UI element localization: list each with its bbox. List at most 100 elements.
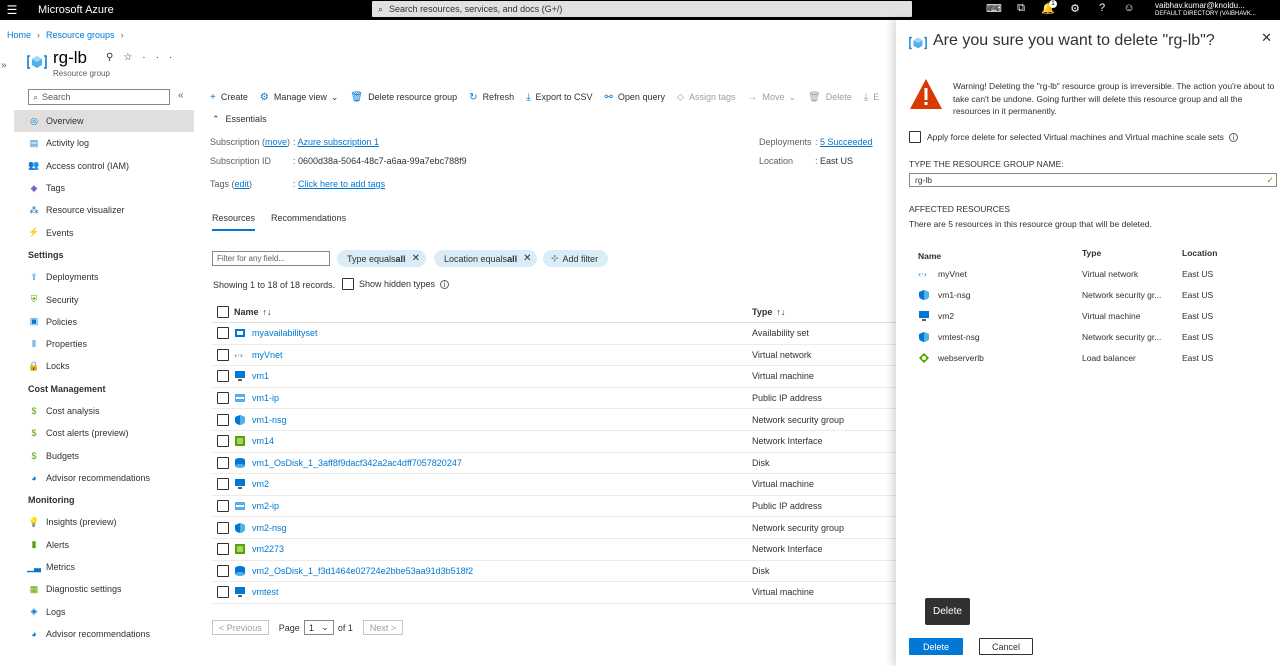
- sidebar-item-policies[interactable]: ▣ Policies: [14, 311, 194, 333]
- create-button[interactable]: + Create: [210, 92, 248, 103]
- sidebar-item-budgets[interactable]: $ Budgets: [14, 444, 194, 466]
- deployments-link[interactable]: 5 Succeeded: [820, 137, 873, 147]
- help-icon[interactable]: ?: [1094, 2, 1110, 14]
- row-checkbox[interactable]: [217, 478, 229, 491]
- add-filter-button[interactable]: ⊹ Add filter: [543, 250, 609, 267]
- resource-name-link[interactable]: vm1-ip: [252, 393, 279, 403]
- row-checkbox[interactable]: [217, 348, 229, 361]
- assign-tags-button[interactable]: ⬦ Assign tags: [677, 92, 736, 103]
- sidebar-item-tags[interactable]: ◆ Tags: [14, 177, 194, 199]
- resource-name-link[interactable]: vm1_OsDisk_1_3aff8f9dacf342a2ac4dff70578…: [252, 458, 462, 468]
- table-row[interactable]: vm1-nsg Network security group: [212, 409, 896, 431]
- resource-name-link[interactable]: myavailabilityset: [252, 328, 318, 338]
- sort-icon[interactable]: ↑↓: [776, 307, 785, 317]
- sidebar-item-cost-alerts[interactable]: $ Cost alerts (preview): [14, 422, 194, 444]
- next-page-button[interactable]: Next >: [362, 620, 404, 635]
- table-row[interactable]: vm14 Network Interface: [212, 431, 896, 453]
- table-row[interactable]: vm2273 Network Interface: [212, 539, 896, 561]
- directory-filter-icon[interactable]: ⧉: [1013, 2, 1029, 15]
- table-row[interactable]: vm2-nsg Network security group: [212, 517, 896, 539]
- breadcrumb-resource-groups[interactable]: Resource groups: [46, 30, 115, 40]
- sidebar-item-locks[interactable]: 🔒 Locks: [14, 355, 194, 377]
- resource-name-link[interactable]: myVnet: [252, 350, 283, 360]
- sidebar-search-input[interactable]: ⌕ Search: [28, 89, 170, 105]
- delete-button[interactable]: 🗑 Delete: [808, 92, 852, 103]
- column-header-name[interactable]: Name: [234, 307, 259, 317]
- pin-icon[interactable]: ⚲: [106, 52, 123, 63]
- sidebar-item-advisor-cost[interactable]: ◕ Advisor recommendations: [14, 467, 194, 489]
- tab-recommendations[interactable]: Recommendations: [271, 213, 346, 231]
- resource-name-link[interactable]: vm2-ip: [252, 501, 279, 511]
- table-row[interactable]: vm2-ip Public IP address: [212, 496, 896, 518]
- delete-resource-group-button[interactable]: 🗑 Delete resource group: [350, 92, 457, 103]
- table-row[interactable]: vm1-ip Public IP address: [212, 388, 896, 410]
- sidebar-item-security[interactable]: ⛨ Security: [14, 288, 194, 310]
- location-filter-pill[interactable]: Location equals all ✕: [434, 250, 538, 267]
- column-header-type[interactable]: Type: [752, 307, 772, 317]
- sidebar-item-activity-log[interactable]: ▤ Activity log: [14, 132, 194, 154]
- favorite-star-icon[interactable]: ☆: [123, 52, 142, 63]
- sidebar-item-resource-visualizer[interactable]: ⁂ Resource visualizer: [14, 199, 194, 221]
- settings-gear-icon[interactable]: ⚙: [1067, 2, 1083, 15]
- row-checkbox[interactable]: [217, 413, 229, 426]
- feedback-icon[interactable]: ☺: [1121, 2, 1137, 14]
- sidebar-item-cost-analysis[interactable]: $ Cost analysis: [14, 400, 194, 422]
- remove-filter-icon[interactable]: ✕: [523, 253, 531, 264]
- expand-menu-icon[interactable]: »: [1, 60, 7, 71]
- sidebar-item-advisor-monitoring[interactable]: ◕ Advisor recommendations: [14, 623, 194, 645]
- sidebar-item-overview[interactable]: ◎ Overview: [14, 110, 194, 133]
- row-checkbox[interactable]: [217, 435, 229, 448]
- sidebar-item-insights[interactable]: 💡 Insights (preview): [14, 511, 194, 533]
- table-row[interactable]: myavailabilityset Availability set: [212, 323, 896, 345]
- row-checkbox[interactable]: [217, 456, 229, 469]
- resource-name-link[interactable]: vmtest: [252, 587, 279, 597]
- collapse-sidebar-icon[interactable]: «: [178, 90, 184, 101]
- cancel-button[interactable]: Cancel: [979, 638, 1033, 655]
- remove-filter-icon[interactable]: ✕: [412, 253, 420, 264]
- table-row[interactable]: ‹·› myVnet Virtual network: [212, 345, 896, 367]
- table-row[interactable]: vmtest Virtual machine: [212, 582, 896, 604]
- sort-icon[interactable]: ↑↓: [263, 307, 272, 317]
- page-select[interactable]: 1 ⌄: [303, 620, 334, 635]
- info-icon[interactable]: i: [440, 279, 450, 289]
- open-query-button[interactable]: ⚯ Open query: [605, 92, 665, 103]
- table-row[interactable]: vm2_OsDisk_1_f3d1464e02724e2bbe53aa91d3b…: [212, 561, 896, 583]
- resource-name-link[interactable]: vm2273: [252, 544, 284, 554]
- close-icon[interactable]: ✕: [1261, 30, 1272, 46]
- more-options-icon[interactable]: ···: [142, 52, 182, 63]
- global-search-input[interactable]: ⌕ Search resources, services, and docs (…: [372, 1, 912, 17]
- row-checkbox[interactable]: [217, 392, 229, 405]
- force-delete-option[interactable]: Apply force delete for selected Virtual …: [909, 131, 1238, 143]
- table-row[interactable]: vm1_OsDisk_1_3aff8f9dacf342a2ac4dff70578…: [212, 453, 896, 475]
- export-csv-button[interactable]: ⤓ Export to CSV: [526, 92, 592, 103]
- tags-edit-link[interactable]: edit: [235, 179, 250, 189]
- export-template-button[interactable]: ⤓ E: [864, 92, 879, 103]
- select-all-checkbox[interactable]: [217, 305, 229, 318]
- breadcrumb-home[interactable]: Home: [7, 30, 31, 40]
- row-checkbox[interactable]: [217, 500, 229, 513]
- confirm-delete-button[interactable]: Delete: [909, 638, 963, 655]
- sidebar-item-metrics[interactable]: ▁▃ Metrics: [14, 556, 194, 578]
- tab-resources[interactable]: Resources: [212, 213, 256, 231]
- essentials-toggle[interactable]: ⌃ Essentials: [212, 114, 267, 125]
- table-row[interactable]: vm2 Virtual machine: [212, 474, 896, 496]
- hamburger-menu-icon[interactable]: ☰: [2, 3, 22, 17]
- row-checkbox[interactable]: [217, 586, 229, 599]
- sidebar-item-alerts[interactable]: ▮ Alerts: [14, 534, 194, 556]
- refresh-button[interactable]: ↻ Refresh: [469, 92, 514, 103]
- filter-input[interactable]: Filter for any field...: [212, 251, 330, 266]
- subscription-move-link[interactable]: move: [265, 137, 287, 147]
- resource-name-link[interactable]: vm1-nsg: [252, 415, 287, 425]
- resource-name-link[interactable]: vm2-nsg: [252, 523, 287, 533]
- cloud-shell-icon[interactable]: ⌨: [986, 2, 1002, 15]
- sidebar-item-properties[interactable]: ⦀ Properties: [14, 333, 194, 355]
- table-row[interactable]: vm1 Virtual machine: [212, 366, 896, 388]
- resource-name-link[interactable]: vm2: [252, 479, 269, 489]
- sidebar-item-events[interactable]: ⚡ Events: [14, 221, 194, 243]
- previous-page-button[interactable]: < Previous: [212, 620, 269, 635]
- sidebar-item-logs[interactable]: ◈ Logs: [14, 601, 194, 623]
- subscription-link[interactable]: Azure subscription 1: [298, 137, 380, 147]
- confirm-name-input[interactable]: rg-lb ✓: [909, 173, 1277, 187]
- resource-name-link[interactable]: vm14: [252, 436, 274, 446]
- force-delete-checkbox[interactable]: [909, 131, 921, 143]
